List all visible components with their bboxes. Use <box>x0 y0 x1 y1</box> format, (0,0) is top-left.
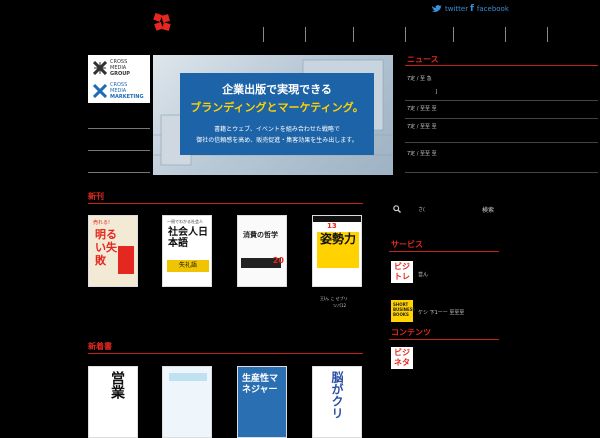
service-label: ケシ 下1ーー 至至至 <box>418 310 465 316</box>
contents-heading: コンテンツ <box>391 328 431 337</box>
sidebar-divider <box>88 128 150 129</box>
nav-item-4[interactable] <box>405 27 406 42</box>
book-cover[interactable]: 一冊でわかる社会人 社会人日本語 失礼語 <box>162 215 212 287</box>
new-arrivals-heading-rule <box>88 353 363 354</box>
banner-title-2: ブランディングとマーケティング。 <box>190 101 364 114</box>
news-divider <box>405 100 598 101</box>
content-badge-bizineta[interactable]: ビジネタ <box>391 347 413 369</box>
marketing-logo <box>92 83 108 102</box>
nav-item-1[interactable] <box>263 27 264 42</box>
marketing-logo-text: CROSS MEDIA MARKETING <box>110 82 144 100</box>
banner-title-1: 企業出版で実現できる <box>222 83 332 96</box>
nav-item-5[interactable] <box>453 27 454 42</box>
nav-item-2[interactable] <box>305 27 306 42</box>
nav-item-6[interactable] <box>505 27 506 42</box>
news-heading: ニュース <box>407 55 439 64</box>
news-divider <box>405 118 598 119</box>
banner-text-panel: 企業出版で実現できる ブランディングとマーケティング。 書籍とウェブ、イベントを… <box>180 73 374 155</box>
search-icon <box>393 205 401 213</box>
new-arrivals-heading: 新着書 <box>88 342 112 351</box>
service-badge-bizitore[interactable]: ビジトレ <box>391 261 413 283</box>
book-cover[interactable]: 消費の哲学 20 <box>237 215 287 287</box>
service-label: 営ん <box>418 272 429 278</box>
news-date: 7定 / 至 急 <box>407 76 432 82</box>
news-date: 7定 / 至至 至 <box>407 124 437 130</box>
logo-mark-icon <box>153 12 171 31</box>
facebook-icon: f <box>470 4 474 14</box>
book-cover[interactable] <box>162 366 212 438</box>
twitter-label: twitter <box>445 5 469 13</box>
news-divider <box>405 142 598 143</box>
news-heading-rule <box>405 65 598 66</box>
book-cover[interactable]: 営業 <box>88 366 138 438</box>
nav-item-7[interactable] <box>547 27 548 42</box>
hero-banner[interactable]: 企業出版で実現できる ブランディングとマーケティング。 書籍とウェブ、イベントを… <box>153 55 393 175</box>
new-books-heading-rule <box>88 203 363 204</box>
service-badge-short-business-books[interactable]: SHORT BUSINESS BOOKS <box>391 300 415 322</box>
banner-body-1: 書籍とウェブ、イベントを組み合わせた戦略で <box>214 126 340 133</box>
news-divider <box>405 172 598 173</box>
news-date: 7定 / 至至 至 <box>407 106 437 112</box>
facebook-label: facebook <box>476 5 509 13</box>
twitter-icon <box>432 5 442 12</box>
banner-body-2: 御社の信頼感を高め、販売促進・集客効果を生み出します。 <box>196 137 358 144</box>
book-cover[interactable]: 売れる! 明るい失敗 <box>88 215 138 287</box>
contents-heading-rule <box>389 339 499 340</box>
book-caption: 王Iん こ せブリ <box>320 296 348 301</box>
facebook-link[interactable]: f facebook <box>470 4 509 14</box>
nav-item-3[interactable] <box>353 27 354 42</box>
services-heading-rule <box>389 251 499 252</box>
site-logo[interactable] <box>152 12 172 32</box>
search-caret <box>468 206 476 212</box>
group-logo-box[interactable]: CROSS MEDIA GROUP CROSS MEDIA MARKETING <box>88 55 150 103</box>
sidebar-divider <box>88 150 150 151</box>
twitter-link[interactable]: twitter <box>432 4 468 14</box>
book-caption: ツパ12 <box>333 303 347 308</box>
book-cover[interactable]: 13 姿勢力 <box>312 215 362 287</box>
book-cover[interactable]: 生産性マネジャー <box>237 366 287 438</box>
search-button[interactable]: 検索 <box>482 205 494 214</box>
group-logo <box>92 60 108 79</box>
news-date: 7定 / 至至 至 <box>407 151 437 157</box>
book-cover[interactable]: 脳がクリ <box>312 366 362 438</box>
search-bar: さ( 検索 <box>388 202 600 216</box>
search-input[interactable]: さ( <box>418 206 425 213</box>
services-heading: サービス <box>391 240 423 249</box>
x-mark-icon <box>92 60 108 76</box>
x-mark-icon <box>92 83 108 99</box>
group-logo-text: CROSS MEDIA GROUP <box>110 59 130 77</box>
new-books-heading: 新刊 <box>88 192 104 201</box>
sidebar-divider <box>88 172 150 173</box>
news-extra: J <box>436 89 438 95</box>
